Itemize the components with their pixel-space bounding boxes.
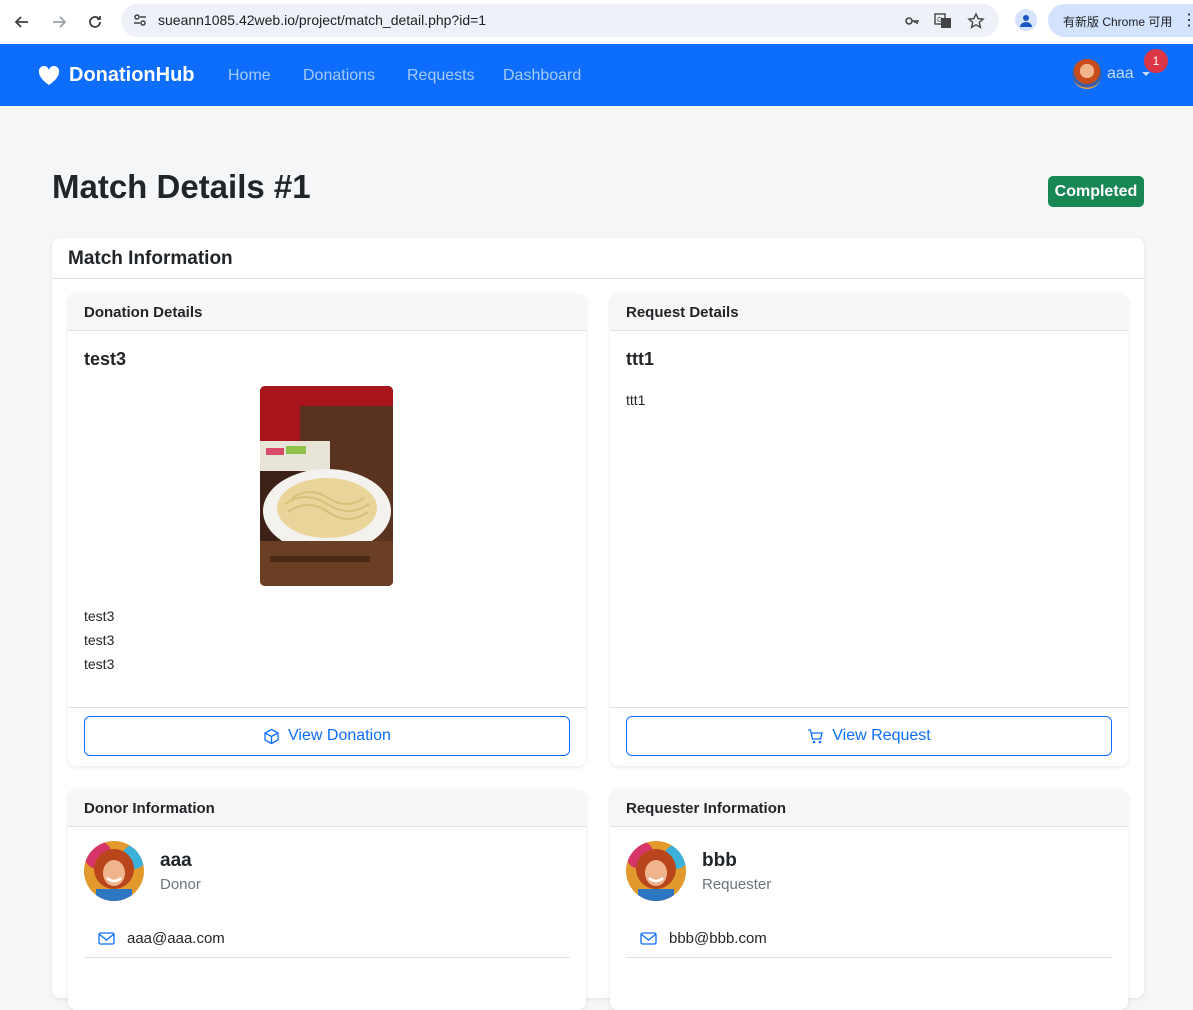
match-information-card: Match Information Donation Details test3… — [52, 238, 1144, 1010]
request-card-footer: View Request — [610, 707, 1128, 766]
nav-home[interactable]: Home — [228, 67, 271, 85]
address-bar[interactable]: sueann1085.42web.io/project/match_detail… — [121, 4, 999, 37]
site-navbar: DonationHub Home Donations Requests Dash… — [0, 44, 1193, 106]
donation-details-title: Donation Details — [84, 304, 203, 321]
donation-details-header: Donation Details — [68, 294, 586, 331]
brand-link[interactable]: DonationHub — [38, 64, 195, 87]
card-title: Match Information — [68, 248, 233, 269]
nav-dashboard[interactable]: Dashboard — [503, 67, 581, 85]
avatar — [1072, 59, 1102, 89]
request-details-title: Request Details — [626, 304, 739, 321]
request-details-header: Request Details — [610, 294, 1128, 331]
reload-icon[interactable] — [82, 9, 108, 35]
donation-image — [260, 386, 393, 586]
requester-email-row: bbb@bbb.com — [640, 930, 767, 947]
translate-icon[interactable]: G — [934, 12, 952, 30]
donor-information-header: Donor Information — [68, 790, 586, 827]
donor-email[interactable]: aaa@aaa.com — [127, 930, 225, 947]
bookmark-star-icon[interactable] — [967, 12, 985, 30]
key-icon[interactable] — [903, 12, 921, 30]
view-request-button[interactable]: View Request — [626, 716, 1112, 756]
more-menu-icon[interactable]: ⋮ — [1181, 11, 1193, 31]
donation-title: test3 — [84, 349, 127, 369]
requester-information-title: Requester Information — [626, 800, 787, 817]
site-settings-icon[interactable] — [131, 11, 149, 29]
donation-description-line: test3 — [84, 632, 115, 648]
view-request-label: View Request — [832, 727, 931, 744]
requester-role: Requester — [702, 876, 772, 893]
user-name: aaa — [1107, 65, 1134, 82]
envelope-icon — [98, 932, 115, 945]
card-header: Match Information — [52, 238, 1144, 279]
nav-donations[interactable]: Donations — [303, 67, 375, 85]
svg-text:G: G — [937, 17, 942, 24]
chrome-update-button[interactable]: 有新版 Chrome 可用 — [1048, 4, 1193, 37]
url-text[interactable]: sueann1085.42web.io/project/match_detail… — [158, 12, 486, 28]
donor-name: aaa — [160, 850, 192, 871]
donation-description-line: test3 — [84, 608, 115, 624]
nav-requests[interactable]: Requests — [407, 67, 475, 85]
view-donation-label: View Donation — [288, 727, 391, 744]
box-icon — [264, 728, 279, 744]
avatar — [84, 841, 144, 901]
cart-icon — [808, 728, 824, 743]
divider — [84, 957, 570, 958]
browser-toolbar: sueann1085.42web.io/project/match_detail… — [0, 0, 1193, 45]
donor-email-row: aaa@aaa.com — [98, 930, 225, 947]
notification-badge[interactable]: 1 — [1144, 49, 1168, 73]
donor-information-title: Donor Information — [84, 800, 215, 817]
requester-name: bbb — [702, 850, 737, 871]
brand-name: DonationHub — [69, 64, 195, 86]
requester-email[interactable]: bbb@bbb.com — [669, 930, 767, 947]
donation-details-card: Donation Details test3 test3 test3 test3 — [68, 294, 586, 766]
donor-role: Donor — [160, 876, 201, 893]
request-details-card: Request Details ttt1 ttt1 View Request — [610, 294, 1128, 766]
request-description-line: ttt1 — [626, 392, 646, 408]
view-donation-button[interactable]: View Donation — [84, 716, 570, 756]
status-badge: Completed — [1048, 176, 1144, 207]
donor-information-card: Donor Information aaa Donor aaa@aaa.com — [68, 790, 586, 1010]
chrome-update-label: 有新版 Chrome 可用 — [1063, 15, 1173, 29]
user-menu[interactable]: aaa — [1072, 59, 1150, 89]
forward-arrow-icon[interactable] — [46, 9, 72, 35]
requester-information-header: Requester Information — [610, 790, 1128, 827]
requester-information-card: Requester Information bbb Requester bbb@… — [610, 790, 1128, 1010]
page-title: Match Details #1 — [52, 168, 311, 205]
avatar — [626, 841, 686, 901]
heart-icon — [38, 65, 60, 85]
donation-description-line: test3 — [84, 656, 115, 672]
envelope-icon — [640, 932, 657, 945]
donation-card-footer: View Donation — [68, 707, 586, 766]
profile-icon[interactable] — [1015, 9, 1037, 31]
chevron-down-icon — [1141, 72, 1150, 76]
back-arrow-icon[interactable] — [9, 9, 35, 35]
divider — [626, 957, 1112, 958]
request-title: ttt1 — [626, 349, 654, 369]
